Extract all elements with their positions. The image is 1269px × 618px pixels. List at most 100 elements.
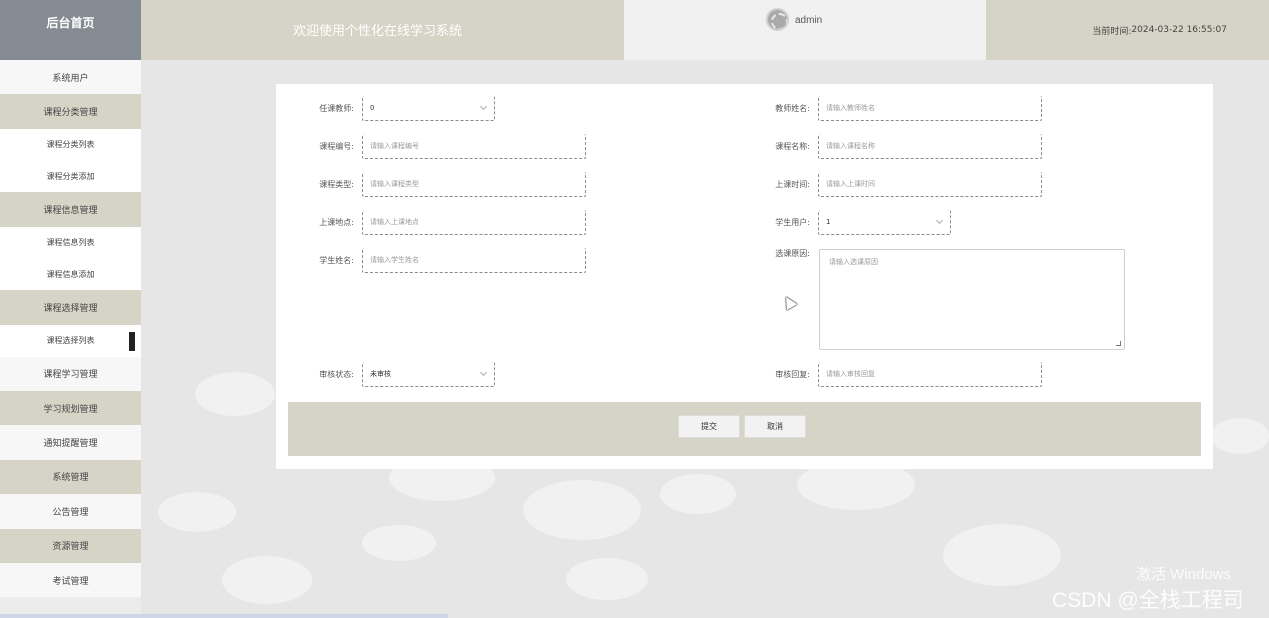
sidebar-item-label: 考试管理 [52,576,89,587]
teacher-label: 任课教师: [319,104,354,113]
sidebar: 系统用户 课程分类管理 课程分类列表 课程分类添加 课程信息管理 课程信息列表 … [0,60,141,618]
field-course-name: 课程名称: 请输入课程名称 [746,134,1042,159]
sidebar-item-course-category-list[interactable]: 课程分类列表 [0,128,141,161]
sidebar-item-label: 课程学习管理 [43,370,98,381]
sidebar-item-label: 课程信息列表 [46,238,95,248]
form-actions: 提交 取消 [288,402,1201,456]
course-name-label: 课程名称: [775,142,810,151]
welcome-title: 欢迎使用个性化在线学习系统 [141,0,624,60]
top-header: 后台首页 欢迎使用个性化在线学习系统 admin 当前时间: 2024-03-2… [0,0,1269,60]
sidebar-item-course-selection-mgmt[interactable]: 课程选择管理 [0,290,141,325]
sidebar-item-course-category-mgmt[interactable]: 课程分类管理 [0,94,141,129]
field-course-type: 课程类型: 请输入课程类型 [290,172,586,197]
audit-status-select-value: 未审核 [370,370,391,378]
course-no-label: 课程编号: [319,142,354,151]
reason-placeholder: 请输入选课原因 [829,258,878,266]
active-marker [129,331,135,351]
course-name-input[interactable]: 请输入课程名称 [818,134,1042,159]
sidebar-item-label: 课程信息管理 [43,206,98,217]
sidebar-item-announcement-mgmt[interactable]: 公告管理 [0,494,141,529]
sidebar-item-label: 课程分类添加 [46,171,95,181]
sidebar-item-label: 课程信息添加 [46,269,95,279]
background-bubble [362,525,436,561]
field-audit-status: 审核状态: 未审核 [290,362,495,387]
course-no-input[interactable]: 请输入课程编号 [362,134,586,159]
reason-textarea[interactable]: 请输入选课原因 [819,249,1125,350]
background-bubble [566,558,648,600]
field-student-name: 学生姓名: 请输入学生姓名 [290,248,586,273]
chevron-down-icon [479,368,488,377]
course-type-input[interactable]: 请输入课程类型 [362,172,586,197]
teacher-select[interactable]: 0 [362,96,495,121]
chevron-down-icon [935,216,944,225]
audit-status-select[interactable]: 未审核 [362,362,495,387]
csdn-watermark: CSDN @全栈工程司 [1052,589,1244,612]
background-bubble [523,480,641,540]
teacher-name-label: 教师姓名: [775,104,810,113]
sidebar-item-system-users[interactable]: 系统用户 [0,60,141,95]
field-student-user: 学生用户: 1 [746,210,951,235]
field-course-no: 课程编号: 请输入课程编号 [290,134,586,159]
sidebar-item-course-study-mgmt[interactable]: 课程学习管理 [0,356,141,391]
sidebar-item-label: 课程分类管理 [43,108,98,119]
student-name-label: 学生姓名: [319,256,354,265]
background-bubble [158,492,236,532]
time-label: 当前时间: [1092,26,1132,37]
mouse-cursor-icon [780,293,798,311]
user-box[interactable]: admin [624,0,986,60]
class-place-input[interactable]: 请输入上课地点 [362,210,586,235]
chevron-down-icon [479,102,488,111]
background-bubble [660,474,736,514]
student-user-label: 学生用户: [775,218,810,227]
teacher-name-input[interactable]: 请输入教师姓名 [818,96,1042,121]
sidebar-item-label: 资源管理 [52,542,89,553]
cancel-button[interactable]: 取消 [744,415,806,438]
field-teacher-name: 教师姓名: 请输入教师姓名 [746,96,1042,121]
audit-status-label: 审核状态: [319,370,354,379]
audit-reply-input[interactable]: 请输入审核回复 [818,362,1042,387]
student-user-select-value: 1 [826,218,831,226]
audit-reply-label: 审核回复: [775,370,810,379]
field-class-time: 上课时间: 请输入上课时间 [746,172,1042,197]
sidebar-item-course-info-mgmt[interactable]: 课程信息管理 [0,192,141,227]
avatar[interactable] [766,8,789,31]
resize-handle-icon[interactable] [1116,341,1121,346]
sidebar-item-notification-mgmt[interactable]: 通知提醒管理 [0,425,141,460]
field-class-place: 上课地点: 请输入上课地点 [290,210,586,235]
background-bubble [222,556,312,604]
class-time-label: 上课时间: [775,180,810,189]
teacher-select-value: 0 [370,104,375,112]
course-selection-form: 任课教师: 0 教师姓名: 请输入教师姓名 课程编号: 请输入课程编号 课程名称… [276,84,1213,469]
sidebar-item-exam-mgmt[interactable]: 考试管理 [0,562,141,598]
field-audit-reply: 审核回复: 请输入审核回复 [746,362,1042,387]
sidebar-item-label: 课程选择列表 [46,336,95,346]
sidebar-item-label: 公告管理 [52,507,89,518]
sidebar-item-label: 系统用户 [52,73,89,84]
student-user-select[interactable]: 1 [818,210,951,235]
sidebar-item-label: 系统管理 [52,473,89,484]
sidebar-item-label: 课程分类列表 [46,140,95,150]
class-time-input[interactable]: 请输入上课时间 [818,172,1042,197]
field-reason: 选课原因: [746,248,818,259]
sidebar-item-label: 通知提醒管理 [43,439,98,450]
sidebar-item-resource-mgmt[interactable]: 资源管理 [0,528,141,563]
sidebar-item-course-selection-list[interactable]: 课程选择列表 [0,324,141,357]
time-value: 2024-03-22 16:55:07 [1131,25,1227,35]
class-place-label: 上课地点: [319,218,354,227]
windows-activation-watermark: 激活 Windows [1136,566,1232,583]
sidebar-item-course-info-list[interactable]: 课程信息列表 [0,226,141,259]
sidebar-item-study-plan-mgmt[interactable]: 学习规划管理 [0,390,141,426]
background-bubble [943,524,1061,586]
sidebar-item-course-info-add[interactable]: 课程信息添加 [0,258,141,291]
student-name-input[interactable]: 请输入学生姓名 [362,248,586,273]
admin-home-logo[interactable]: 后台首页 [0,0,141,60]
sidebar-item-course-category-add[interactable]: 课程分类添加 [0,160,141,193]
horizontal-scrollbar[interactable] [0,614,448,618]
username[interactable]: admin [795,15,822,26]
sidebar-item-system-mgmt[interactable]: 系统管理 [0,459,141,495]
course-type-label: 课程类型: [319,180,354,189]
submit-button[interactable]: 提交 [678,415,740,438]
sidebar-item-label: 学习规划管理 [43,404,98,415]
background-bubble [1211,418,1269,454]
sidebar-item-label: 课程选择管理 [43,304,98,315]
